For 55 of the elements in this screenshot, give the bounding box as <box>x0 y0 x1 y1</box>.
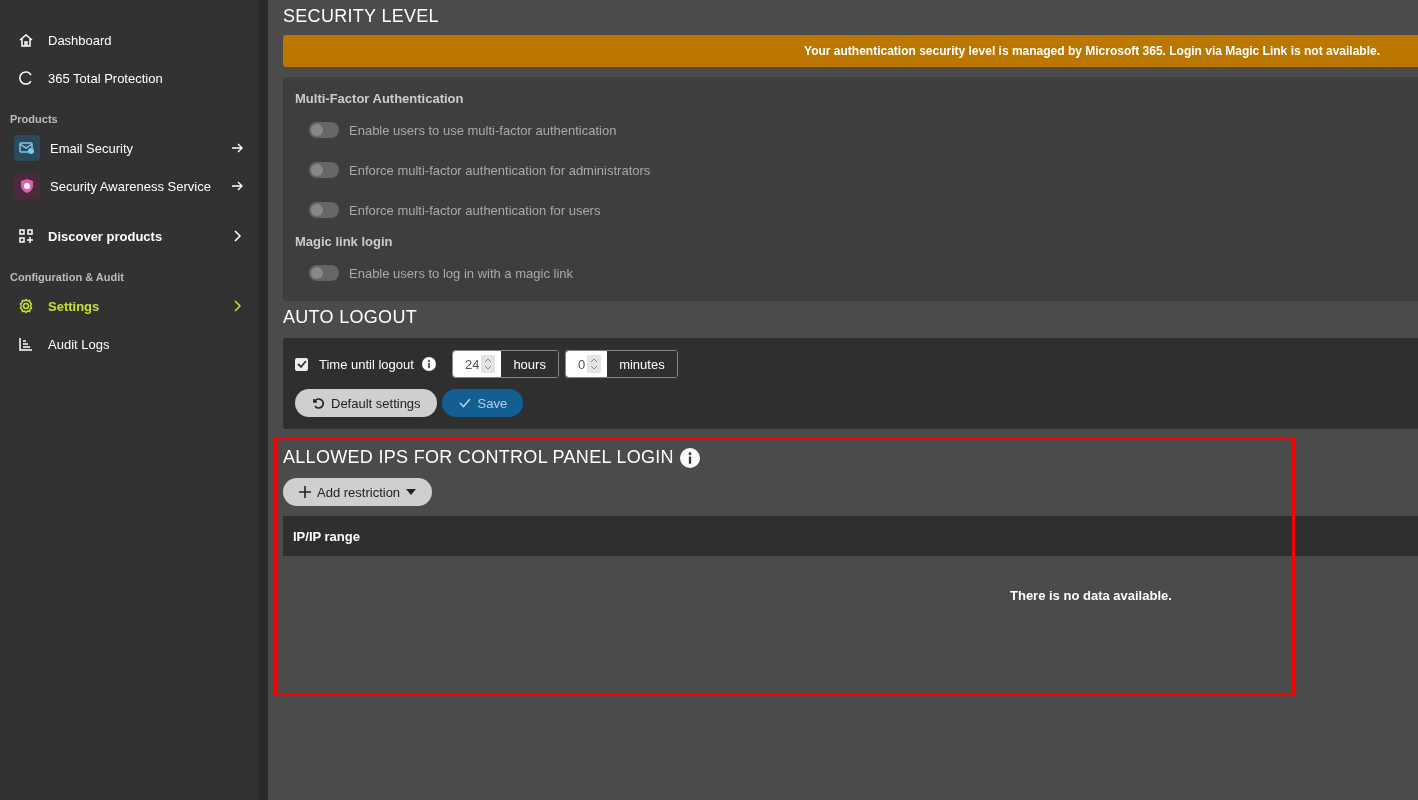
sidebar-item-label: Audit Logs <box>48 336 111 352</box>
info-icon[interactable] <box>421 357 436 371</box>
grid-plus-icon <box>18 228 34 244</box>
scrollbar[interactable] <box>258 0 268 800</box>
home-icon <box>18 32 34 48</box>
sidebar-item-label: Settings <box>48 298 101 314</box>
group-heading: Multi-Factor Authentication <box>295 91 465 106</box>
sidebar-item[interactable]: Audit Logs <box>0 325 258 363</box>
checkbox-label: Time until logout <box>319 356 414 372</box>
number-input[interactable]: 24 <box>452 351 502 377</box>
ring-icon <box>18 70 34 86</box>
notice-banner: Your authentication security level is managed by Microsoft 365. Login via Magic Link is not available. <box>283 35 1418 67</box>
reset-button[interactable]: Default settings <box>295 389 437 417</box>
checkmark-icon <box>457 396 472 410</box>
arrow-right-icon <box>230 179 244 193</box>
checkbox[interactable] <box>295 357 308 371</box>
add-restriction-button[interactable]: Add restriction <box>283 478 433 506</box>
toggle-label: Enable users to log in with a magic link <box>349 265 573 281</box>
column-header[interactable]: IP/IP range <box>293 528 360 544</box>
sidebar-heading: Products <box>9 112 59 127</box>
sidebar-item[interactable]: 365 Total Protection <box>0 59 258 97</box>
spinner-icon[interactable] <box>481 355 496 373</box>
section-title: SECURITY LEVEL <box>283 6 440 27</box>
section-title: ALLOWED IPS FOR CONTROL PANEL LOGIN <box>283 447 674 468</box>
sidebar-heading: Configuration & Audit <box>9 270 125 285</box>
sidebar-item-label: Dashboard <box>48 32 113 48</box>
save-button[interactable]: Save <box>441 389 524 417</box>
plus-icon <box>299 486 311 498</box>
toggle-label: Enable users to use multi-factor authentication <box>349 122 617 138</box>
toggle-switch[interactable] <box>309 265 339 281</box>
settings-icon <box>18 298 34 314</box>
sidebar-item[interactable]: Settings <box>0 287 258 325</box>
empty-message: There is no data available. <box>1009 587 1173 603</box>
sidebar-item[interactable]: Security Awareness Service <box>0 167 258 205</box>
reset-icon <box>311 396 325 410</box>
arrow-right-icon <box>230 141 244 155</box>
sidebar-item-label: 365 Total Protection <box>48 70 164 86</box>
toggle-switch[interactable] <box>309 122 339 138</box>
section-title: AUTO LOGOUT <box>283 307 418 328</box>
toggle-switch[interactable] <box>309 202 339 218</box>
spinner-icon[interactable] <box>587 355 602 373</box>
caret-down-icon <box>406 489 417 495</box>
toggle-label: Enforce multi-factor authentication for users <box>349 202 601 218</box>
sidebar-item-label: Discover products <box>48 228 164 244</box>
sidebar-item[interactable]: Email Security <box>0 129 258 167</box>
info-icon[interactable] <box>679 447 700 468</box>
sidebar-item[interactable]: Discover products <box>0 217 258 255</box>
group-heading: Magic link login <box>295 234 394 249</box>
sidebar-item[interactable]: Dashboard <box>0 21 258 59</box>
bar-chart-icon <box>18 336 34 352</box>
number-input[interactable]: 0 <box>565 351 608 377</box>
sidebar-item-label: Email Security <box>50 140 135 156</box>
toggle-label: Enforce multi-factor authentication for administrators <box>349 162 651 178</box>
toggle-switch[interactable] <box>309 162 339 178</box>
sidebar-item-label: Security Awareness Service <box>50 178 212 194</box>
